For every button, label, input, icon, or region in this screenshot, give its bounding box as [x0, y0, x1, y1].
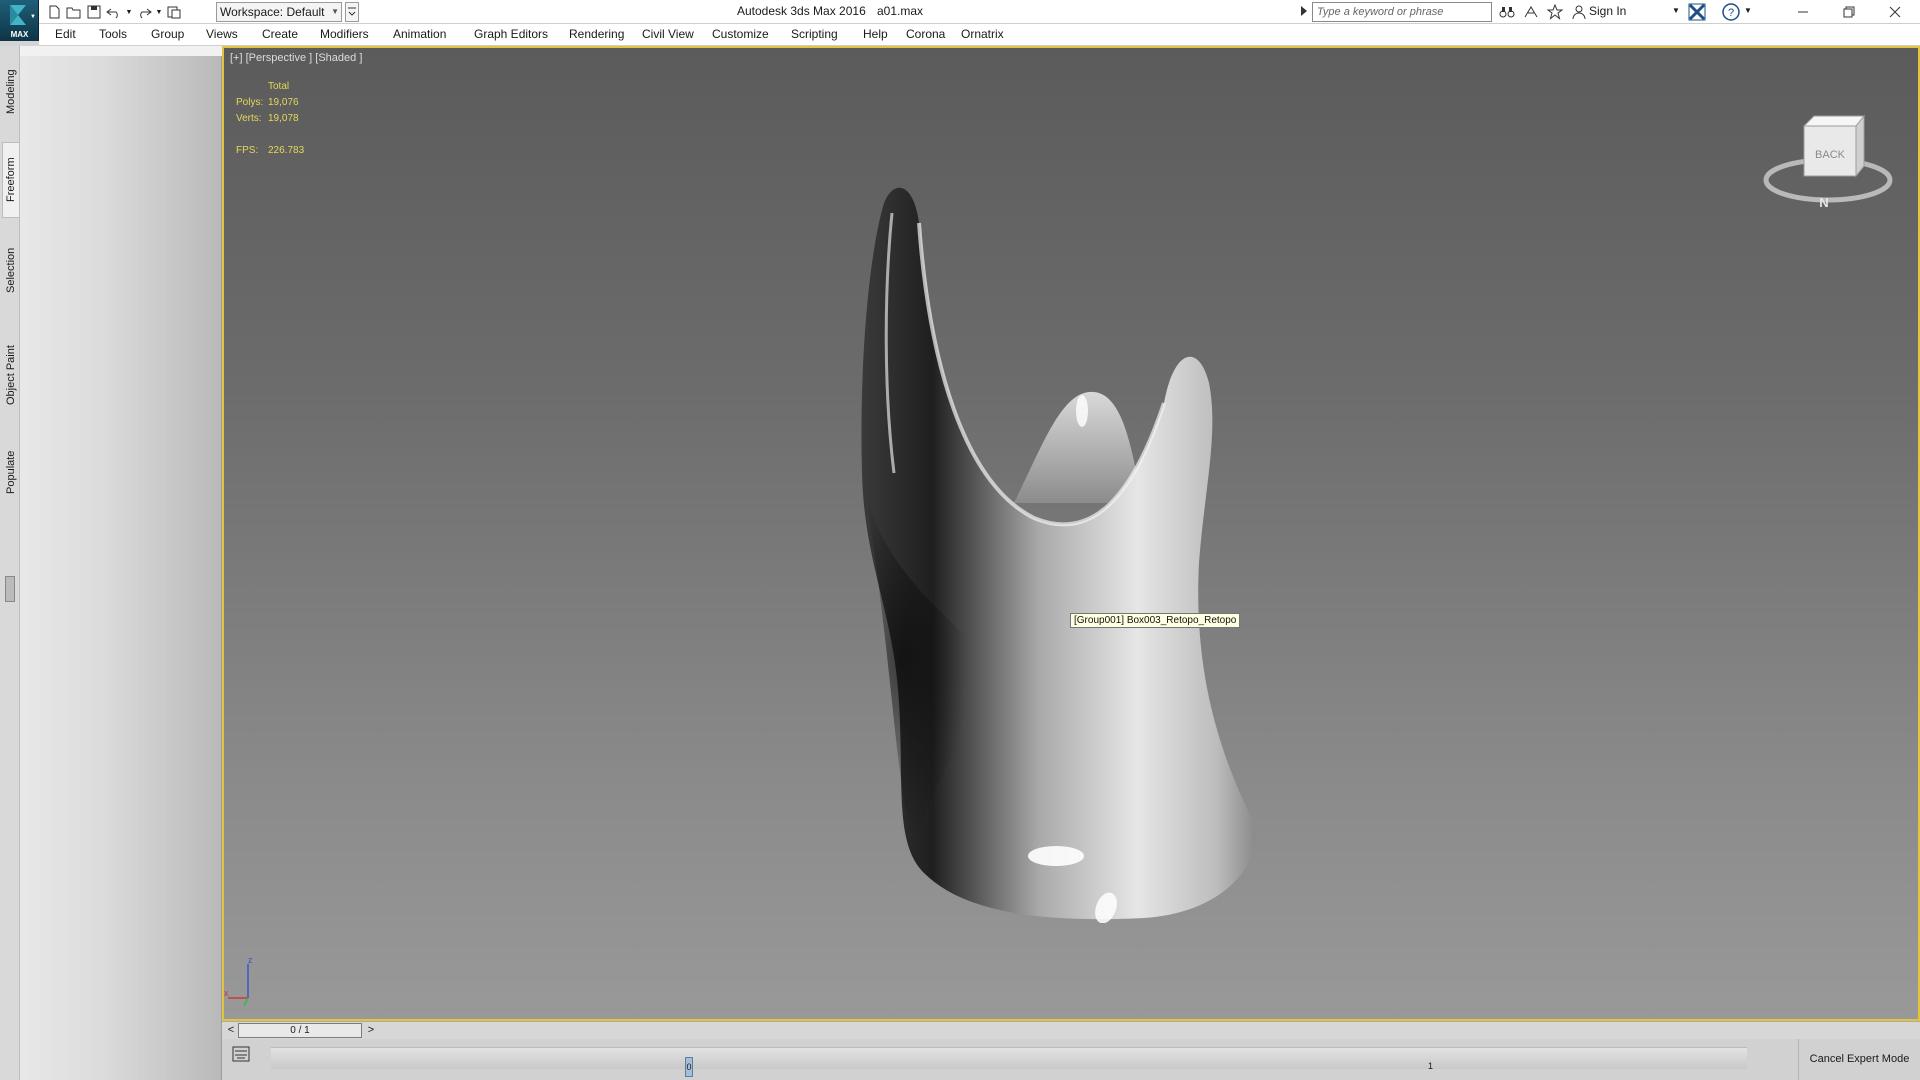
sculpt-model[interactable]	[744, 143, 1304, 923]
sign-in-button[interactable]: Sign In	[1589, 4, 1626, 18]
quick-access-toolbar: ▼ ▼	[44, 2, 184, 22]
binoculars-icon[interactable]	[1497, 2, 1517, 22]
current-frame-marker[interactable]: 0	[685, 1057, 693, 1077]
viewcube-compass-label: N	[1819, 195, 1828, 208]
cancel-expert-mode-button[interactable]: Cancel Expert Mode	[1798, 1039, 1920, 1080]
restore-button[interactable]	[1826, 0, 1872, 24]
fps-value: 226.783	[268, 145, 305, 156]
menu-views[interactable]: Views	[206, 27, 238, 41]
menu-corona[interactable]: Corona	[906, 27, 945, 41]
title-bar: ▼ ▼ Workspace: Default ▼ Autodesk 3ds Ma…	[0, 0, 1920, 24]
file-name: a01.max	[877, 4, 924, 18]
time-next-button[interactable]: >	[364, 1024, 378, 1038]
time-prev-button[interactable]: <	[224, 1024, 238, 1038]
undo-icon[interactable]	[104, 2, 124, 22]
tab-object-paint[interactable]: Object Paint	[2, 326, 20, 424]
menu-rendering[interactable]: Rendering	[569, 27, 624, 41]
perspective-viewport[interactable]: [+] [Perspective ] [Shaded ] Total Polys…	[222, 46, 1920, 1021]
polys-value: 19,076	[268, 97, 299, 108]
track-bar-timeline[interactable]: 0 1	[271, 1047, 1747, 1077]
polys-label: Polys:	[236, 97, 264, 108]
verts-label: Verts:	[236, 113, 262, 124]
exchange-icon[interactable]	[1687, 2, 1707, 22]
menu-edit[interactable]: Edit	[55, 27, 76, 41]
menu-create[interactable]: Create	[262, 27, 298, 41]
verts-value: 19,078	[268, 113, 299, 124]
project-folder-icon[interactable]	[164, 2, 184, 22]
axis-z-label: z	[248, 956, 253, 965]
search-input[interactable]: Type a keyword or phrase	[1312, 2, 1492, 22]
infocenter-toolbar	[1497, 2, 1589, 22]
menu-ornatrix[interactable]: Ornatrix	[961, 27, 1004, 41]
chevron-down-icon[interactable]: ▼	[1672, 6, 1680, 15]
redo-dropdown-icon[interactable]: ▼	[154, 2, 164, 22]
ribbon-panel	[20, 56, 222, 1080]
chevron-down-icon: ▼	[331, 7, 339, 16]
chevron-down-icon[interactable]: ▼	[1744, 6, 1752, 15]
subscription-icon[interactable]	[1521, 2, 1541, 22]
viewcube-widget[interactable]: BACK N	[1758, 108, 1908, 208]
minimize-button[interactable]	[1780, 0, 1826, 24]
tab-populate[interactable]: Populate	[2, 434, 20, 510]
axis-x-label: x	[224, 988, 229, 998]
close-button[interactable]	[1872, 0, 1918, 24]
object-tooltip: [Group001] Box003_Retopo_Retopo	[1070, 613, 1241, 628]
workspace-selector[interactable]: Workspace: Default ▼	[216, 2, 342, 22]
app-menu-button[interactable]: MAX ▼	[0, 0, 39, 41]
viewcube-face-label: BACK	[1815, 149, 1846, 161]
workspace-menu-button[interactable]	[345, 2, 359, 22]
track-bar: 0 1	[222, 1039, 1798, 1080]
menu-scripting[interactable]: Scripting	[791, 27, 838, 41]
new-file-icon[interactable]	[44, 2, 64, 22]
tab-freeform[interactable]: Freeform	[2, 142, 20, 218]
menu-graph-editors[interactable]: Graph Editors	[474, 27, 548, 41]
menu-bar: Edit Tools Group Views Create Modifiers …	[39, 24, 1920, 46]
search-expand-icon[interactable]	[1300, 4, 1310, 20]
end-frame-tick: 1	[1428, 1061, 1434, 1071]
person-icon[interactable]	[1569, 2, 1589, 22]
tab-modeling[interactable]: Modeling	[2, 54, 20, 130]
ribbon-panel-header	[20, 46, 222, 56]
viewport-label[interactable]: [+] [Perspective ] [Shaded ]	[230, 52, 362, 64]
menu-tools[interactable]: Tools	[99, 27, 127, 41]
time-slider[interactable]: < 0 / 1 >	[222, 1021, 1920, 1039]
fps-label: FPS:	[236, 145, 259, 156]
undo-dropdown-icon[interactable]: ▼	[124, 2, 134, 22]
redo-icon[interactable]	[134, 2, 154, 22]
save-icon[interactable]	[84, 2, 104, 22]
svg-text:?: ?	[1728, 7, 1734, 19]
menu-modifiers[interactable]: Modifiers	[320, 27, 369, 41]
menu-help[interactable]: Help	[863, 27, 888, 41]
help-icon[interactable]: ?	[1721, 2, 1741, 22]
chevron-down-icon: ▼	[30, 14, 36, 20]
open-folder-icon[interactable]	[64, 2, 84, 22]
star-icon[interactable]	[1545, 2, 1565, 22]
app-title: Autodesk 3ds Max 2016	[737, 4, 866, 18]
mini-curve-editor-icon[interactable]	[232, 1045, 250, 1063]
tab-selection[interactable]: Selection	[2, 232, 20, 308]
ribbon-toggle-button[interactable]	[5, 576, 15, 602]
stats-header: Total	[268, 81, 290, 92]
workspace-label: Workspace: Default	[220, 5, 325, 19]
menu-civil-view[interactable]: Civil View	[642, 27, 694, 41]
menu-customize[interactable]: Customize	[712, 27, 769, 41]
menu-animation[interactable]: Animation	[393, 27, 446, 41]
ribbon-tabs: Modeling Freeform Selection Object Paint…	[0, 46, 20, 1080]
app-logo-label: MAX	[10, 30, 29, 39]
menu-group[interactable]: Group	[151, 27, 184, 41]
3ds-max-logo-icon	[10, 5, 26, 25]
axis-tripod: z x	[224, 956, 253, 1006]
time-slider-thumb[interactable]: 0 / 1	[238, 1023, 362, 1038]
